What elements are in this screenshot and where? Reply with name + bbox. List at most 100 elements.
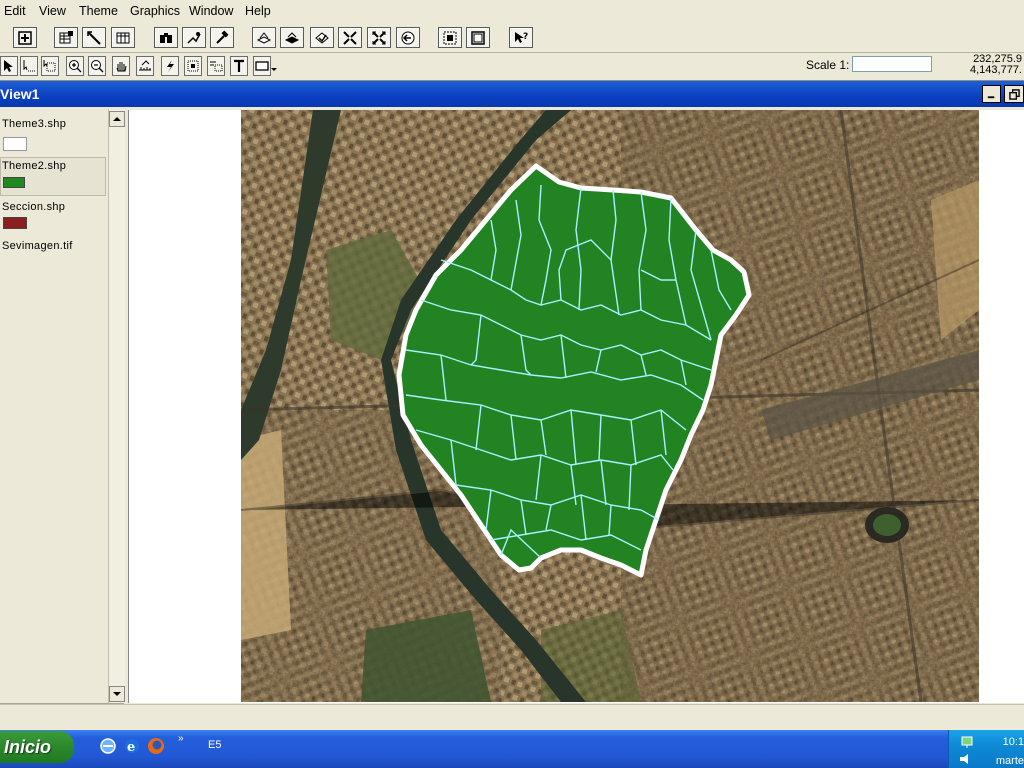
- clear-selection-icon: [471, 30, 485, 45]
- label-tool-icon: [210, 61, 223, 72]
- legend-swatch-white: [3, 137, 27, 151]
- query-button[interactable]: [210, 27, 234, 48]
- zoom-in-tool-icon: [69, 60, 82, 73]
- menu-theme[interactable]: Theme: [79, 4, 118, 18]
- toc-entry-name: Theme2.shp: [2, 160, 67, 172]
- firefox-icon[interactable]: [146, 736, 166, 756]
- clock[interactable]: 10:1: [990, 736, 1024, 748]
- select-all-icon: [443, 31, 457, 44]
- theme-off-button[interactable]: [280, 27, 304, 48]
- scroll-up-button[interactable]: [109, 111, 125, 127]
- minimize-icon: [987, 95, 995, 98]
- zoom-full-extent-icon: [343, 30, 357, 45]
- legend-swatch-green: [3, 177, 25, 188]
- start-button[interactable]: Inicio: [0, 731, 74, 763]
- x-coordinate-readout: 232,275.9: [973, 54, 1022, 65]
- theme-off-icon: [284, 31, 300, 44]
- svg-text:?: ?: [523, 32, 528, 42]
- help-cursor-button[interactable]: ?: [509, 27, 533, 48]
- toc-entry-theme2[interactable]: Theme2.shp: [0, 157, 106, 197]
- pan-hand-tool-icon: [116, 62, 127, 72]
- volume-icon[interactable]: [959, 752, 975, 766]
- menu-view[interactable]: View: [39, 4, 66, 18]
- table-button[interactable]: [111, 27, 135, 48]
- table-properties-button[interactable]: [54, 27, 78, 48]
- hammer-query-icon: [216, 29, 229, 44]
- zoom-to-active-icon: [372, 30, 386, 45]
- identify-tool[interactable]: [41, 56, 59, 76]
- area-of-interest-tool-icon: [187, 60, 199, 72]
- tool-dropdown-arrow[interactable]: [271, 56, 277, 76]
- view-title: View1: [0, 86, 40, 102]
- menu-help[interactable]: Help: [245, 4, 271, 18]
- scale-label: Scale 1:: [806, 58, 850, 72]
- quicklaunch-chevron-icon[interactable]: »: [178, 733, 184, 744]
- draw-rectangle-tool[interactable]: [253, 56, 271, 76]
- theme-on-button[interactable]: [252, 27, 276, 48]
- identify-tool-icon: [43, 60, 56, 72]
- table-of-contents: Theme3.shp Theme2.shp Seccion.shp Sevima…: [0, 109, 109, 704]
- toc-entry-theme3[interactable]: Theme3.shp: [0, 115, 106, 155]
- text-tool-icon: [234, 59, 244, 72]
- taskbar-window-button[interactable]: E5: [208, 739, 221, 751]
- restore-icon: [1008, 88, 1020, 100]
- zoom-previous-button[interactable]: [396, 27, 420, 48]
- vertex-edit-tool-icon: [23, 60, 35, 72]
- locate-address-icon: [187, 31, 201, 44]
- menu-graphics[interactable]: Graphics: [130, 4, 180, 18]
- pointer-tool-icon: [4, 60, 13, 72]
- y-coordinate-readout: 4,143,777.: [970, 65, 1022, 76]
- clear-selection-button[interactable]: [466, 27, 490, 48]
- scale-input[interactable]: [852, 56, 932, 72]
- table-properties-icon: [59, 30, 73, 43]
- aerial-map-image[interactable]: [241, 110, 979, 702]
- pointer-tool[interactable]: [0, 56, 18, 76]
- triangle-down-icon: [113, 692, 121, 696]
- save-button[interactable]: [13, 27, 37, 48]
- status-bar: [0, 704, 1024, 731]
- theme-on-icon: [256, 31, 272, 44]
- toc-entry-name: Seccion.shp: [2, 201, 66, 213]
- clock-day: marte: [995, 755, 1024, 767]
- scroll-down-button[interactable]: [109, 686, 125, 702]
- text-tool[interactable]: [230, 56, 248, 76]
- toc-entry-name: Sevimagen.tif: [2, 240, 73, 252]
- zoom-in-tool[interactable]: [66, 56, 84, 76]
- select-features-button[interactable]: [310, 27, 334, 48]
- toc-entry-sevimagen[interactable]: Sevimagen.tif: [0, 238, 106, 258]
- select-all-button[interactable]: [438, 27, 462, 48]
- triangle-up-icon: [113, 117, 121, 121]
- pan-tool[interactable]: [112, 56, 130, 76]
- label-tool[interactable]: [207, 56, 225, 76]
- edit-pencil-icon: [87, 30, 101, 45]
- restore-button[interactable]: [1004, 85, 1024, 103]
- zoom-out-tool[interactable]: [88, 56, 106, 76]
- locate-button[interactable]: [182, 27, 206, 48]
- menu-edit[interactable]: Edit: [4, 4, 26, 18]
- save-icon: [18, 30, 32, 45]
- hotlink-tool-icon: [167, 60, 174, 72]
- edit-button[interactable]: [82, 27, 106, 48]
- map-display[interactable]: [128, 110, 1024, 703]
- minimize-button[interactable]: [982, 85, 1001, 103]
- show-desktop-icon[interactable]: [98, 736, 118, 756]
- toc-scrollbar[interactable]: [108, 109, 125, 704]
- hotlink-tool[interactable]: [161, 56, 179, 76]
- network-icon[interactable]: [959, 734, 975, 750]
- zoom-full-extent-button[interactable]: [338, 27, 362, 48]
- area-of-interest-tool[interactable]: [184, 56, 202, 76]
- vertex-edit-tool[interactable]: [20, 56, 38, 76]
- legend-swatch-red: [3, 217, 27, 229]
- svg-text:e: e: [127, 740, 135, 755]
- toc-entry-name: Theme3.shp: [2, 118, 67, 130]
- toc-entry-seccion[interactable]: Seccion.shp: [0, 199, 106, 239]
- menu-window[interactable]: Window: [189, 4, 233, 18]
- help-cursor-icon: ?: [515, 31, 528, 43]
- zoom-to-active-button[interactable]: [367, 27, 391, 48]
- view-title-bar[interactable]: View1: [0, 81, 1024, 107]
- measure-tool[interactable]: [136, 56, 154, 76]
- find-button[interactable]: [154, 27, 178, 48]
- internet-explorer-icon[interactable]: e: [122, 736, 142, 756]
- select-features-icon: [315, 31, 329, 44]
- measure-tool-icon: [139, 60, 151, 71]
